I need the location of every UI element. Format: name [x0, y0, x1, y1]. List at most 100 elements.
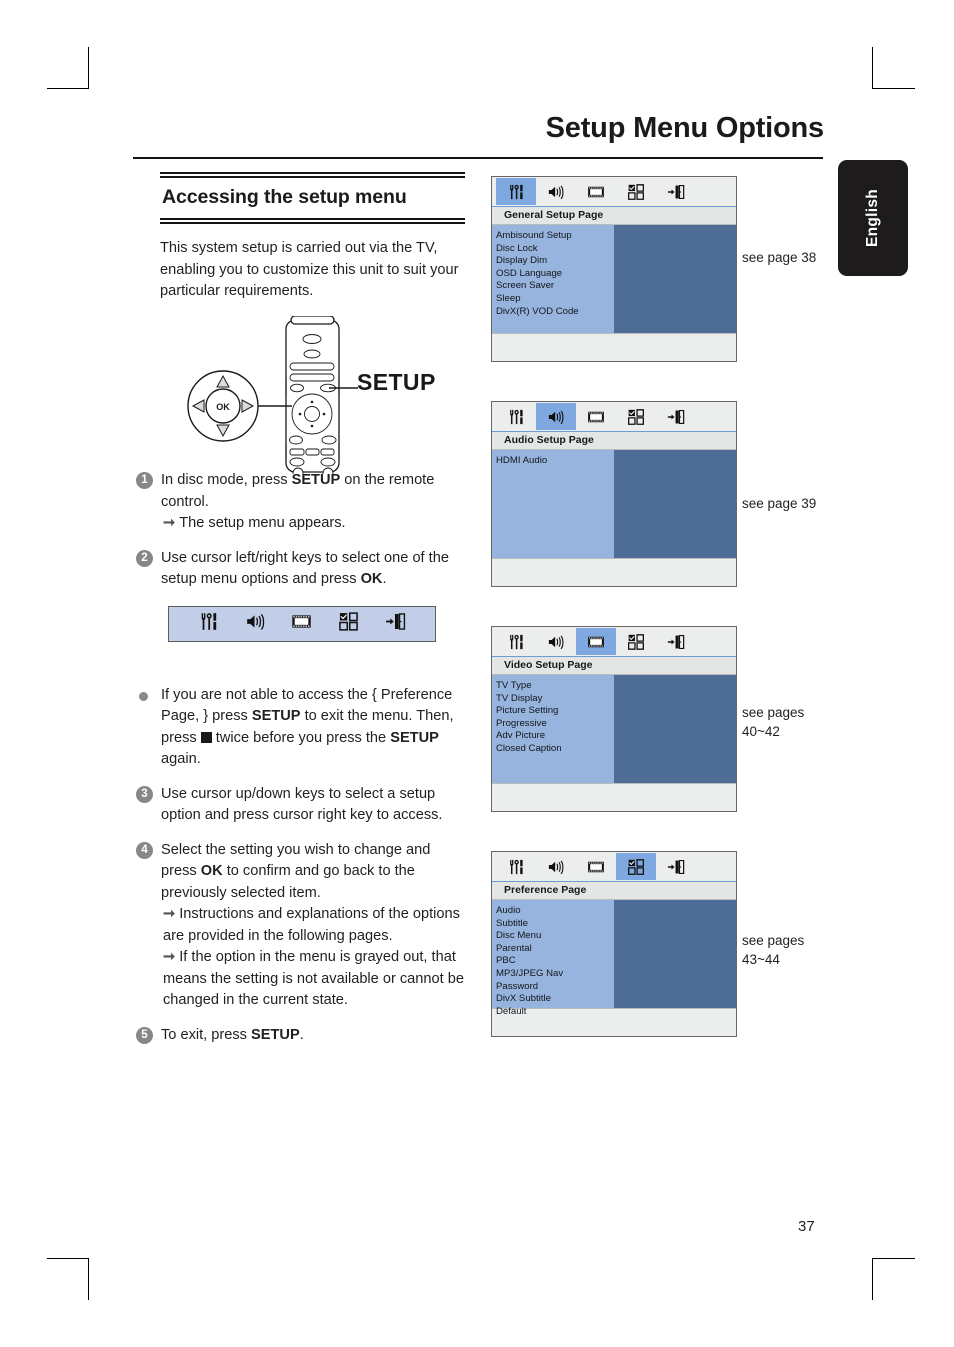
page-title: Setup Menu Options	[545, 112, 825, 144]
osd-option-item[interactable]: Disc Menu	[496, 930, 614, 943]
osd-option-item[interactable]: Screen Saver	[496, 280, 614, 293]
arrow-icon: ➞	[163, 906, 176, 922]
exit-setup-icon	[667, 859, 685, 874]
crop-mark-bottom-right-h	[873, 1258, 915, 1259]
osd-page-title: Audio Setup Page	[492, 432, 736, 450]
osd-option-item[interactable]: Ambisound Setup	[496, 230, 614, 243]
audio-setup-icon	[548, 860, 564, 874]
exit-setup-icon[interactable]	[385, 611, 406, 637]
step-text: Use cursor left/right keys to select one…	[161, 549, 449, 588]
osd-option-item[interactable]: PBC	[496, 955, 614, 968]
language-tab-label: English	[864, 188, 881, 248]
osd-tab-preference[interactable]	[616, 178, 656, 205]
see-note-preference: see pages 43~44	[742, 931, 804, 969]
general-setup-icon	[201, 613, 217, 630]
osd-option-item[interactable]: Adv Picture	[496, 730, 614, 743]
audio-setup-icon[interactable]	[245, 611, 266, 637]
osd-value-pane	[614, 225, 736, 333]
osd-option-item[interactable]: Password	[496, 981, 614, 994]
bullet-dot-icon	[139, 691, 148, 701]
osd-tab-audio-setup[interactable]	[536, 403, 576, 430]
osd-option-item[interactable]: DivX Subtitle	[496, 993, 614, 1006]
step-substatement-text: If the option in the menu is grayed out,…	[163, 949, 464, 1008]
osd-tab-exit-setup[interactable]	[656, 628, 696, 655]
general-setup-icon	[510, 634, 523, 649]
osd-body: Ambisound Setup Disc Lock Display Dim OSD L…	[492, 225, 736, 333]
arrow-icon: ➞	[163, 949, 176, 965]
osd-option-item[interactable]: Default	[496, 1006, 614, 1019]
see-note-video: see pages 40~42	[742, 703, 804, 741]
general-setup-icon[interactable]	[198, 611, 219, 637]
osd-option-item[interactable]: Parental	[496, 943, 614, 956]
preference-icon[interactable]	[338, 611, 359, 637]
step-3: 3 Use cursor up/down keys to select a se…	[136, 784, 466, 827]
preference-icon	[628, 183, 644, 200]
osd-option-item[interactable]: Disc Lock	[496, 243, 614, 256]
osd-tab-video-setup[interactable]	[576, 403, 616, 430]
step-2: 2 Use cursor left/right keys to select o…	[136, 548, 466, 591]
osd-tab-preference[interactable]	[616, 403, 656, 430]
note-bold-setup-1: SETUP	[251, 708, 301, 724]
osd-option-item[interactable]: TV Display	[496, 693, 614, 706]
osd-option-item[interactable]: OSD Language	[496, 268, 614, 281]
video-setup-icon	[588, 411, 604, 422]
stop-button-icon	[200, 731, 212, 743]
osd-tab-exit-setup[interactable]	[656, 853, 696, 880]
exit-setup-icon	[386, 613, 406, 630]
note-text-part3: twice before you press the	[211, 729, 391, 746]
osd-tab-audio-setup[interactable]	[536, 853, 576, 880]
preference-icon	[628, 633, 644, 650]
step-text: In disc mode, press	[161, 472, 292, 488]
osd-tab-general-setup[interactable]	[496, 178, 536, 205]
exit-setup-icon	[667, 184, 685, 199]
step-text: To exit, press	[161, 1026, 252, 1043]
step-1: 1 In disc mode, press SETUP on the remot…	[136, 470, 466, 535]
osd-tab-general-setup[interactable]	[496, 853, 536, 880]
osd-option-item[interactable]: Audio	[496, 905, 614, 918]
osd-option-item[interactable]: DivX(R) VOD Code	[496, 306, 614, 319]
step-substatement-text: Instructions and explanations of the opt…	[163, 906, 460, 944]
language-tab: English	[838, 160, 908, 276]
osd-tab-preference[interactable]	[616, 853, 656, 880]
preference-icon	[628, 408, 644, 425]
video-setup-icon	[588, 861, 604, 872]
osd-option-item[interactable]: Progressive	[496, 718, 614, 731]
osd-tab-exit-setup[interactable]	[656, 403, 696, 430]
osd-tab-video-setup[interactable]	[576, 853, 616, 880]
osd-value-pane	[614, 675, 736, 783]
osd-tab-preference[interactable]	[616, 628, 656, 655]
osd-option-item[interactable]: TV Type	[496, 680, 614, 693]
osd-option-item[interactable]: Sleep	[496, 293, 614, 306]
osd-tab-general-setup[interactable]	[496, 403, 536, 430]
osd-option-list: Audio Subtitle Disc Menu Parental PBC MP3/JPE…	[492, 900, 614, 1017]
step-text-tail: .	[299, 1026, 304, 1043]
osd-option-item[interactable]: Picture Setting	[496, 705, 614, 718]
osd-option-item[interactable]: HDMI Audio	[496, 455, 614, 468]
osd-tab-audio-setup[interactable]	[536, 178, 576, 205]
osd-option-item[interactable]: MP3/JPEG Nav	[496, 968, 614, 981]
video-setup-icon	[292, 615, 312, 628]
osd-tab-general-setup[interactable]	[496, 628, 536, 655]
step-bold-term: SETUP	[251, 1026, 300, 1043]
left-column: Accessing the setup menu This system set…	[160, 172, 465, 303]
note-text-part4: again.	[161, 751, 201, 767]
crop-mark-top-right-v	[872, 47, 873, 89]
video-setup-icon[interactable]	[291, 611, 312, 637]
osd-option-list: Ambisound Setup Disc Lock Display Dim OSD L…	[492, 225, 614, 333]
osd-panel-preference: Preference Page Audio Subtitle Disc Menu Par…	[491, 851, 737, 1037]
osd-option-item[interactable]: Display Dim	[496, 255, 614, 268]
osd-footer	[492, 558, 736, 586]
osd-option-item[interactable]: Closed Caption	[496, 743, 614, 756]
osd-tab-exit-setup[interactable]	[656, 178, 696, 205]
osd-value-pane	[614, 450, 736, 558]
crop-mark-top-left-v	[88, 47, 89, 89]
osd-tab-video-setup[interactable]	[576, 628, 616, 655]
osd-tab-audio-setup[interactable]	[536, 628, 576, 655]
svg-text:OK: OK	[216, 402, 230, 412]
osd-tab-video-setup[interactable]	[576, 178, 616, 205]
osd-option-item[interactable]: Subtitle	[496, 918, 614, 931]
step-text-tail: .	[382, 571, 387, 587]
crop-mark-top-left-h	[47, 88, 89, 89]
section-heading: Accessing the setup menu	[162, 186, 407, 208]
video-setup-icon	[588, 186, 604, 197]
